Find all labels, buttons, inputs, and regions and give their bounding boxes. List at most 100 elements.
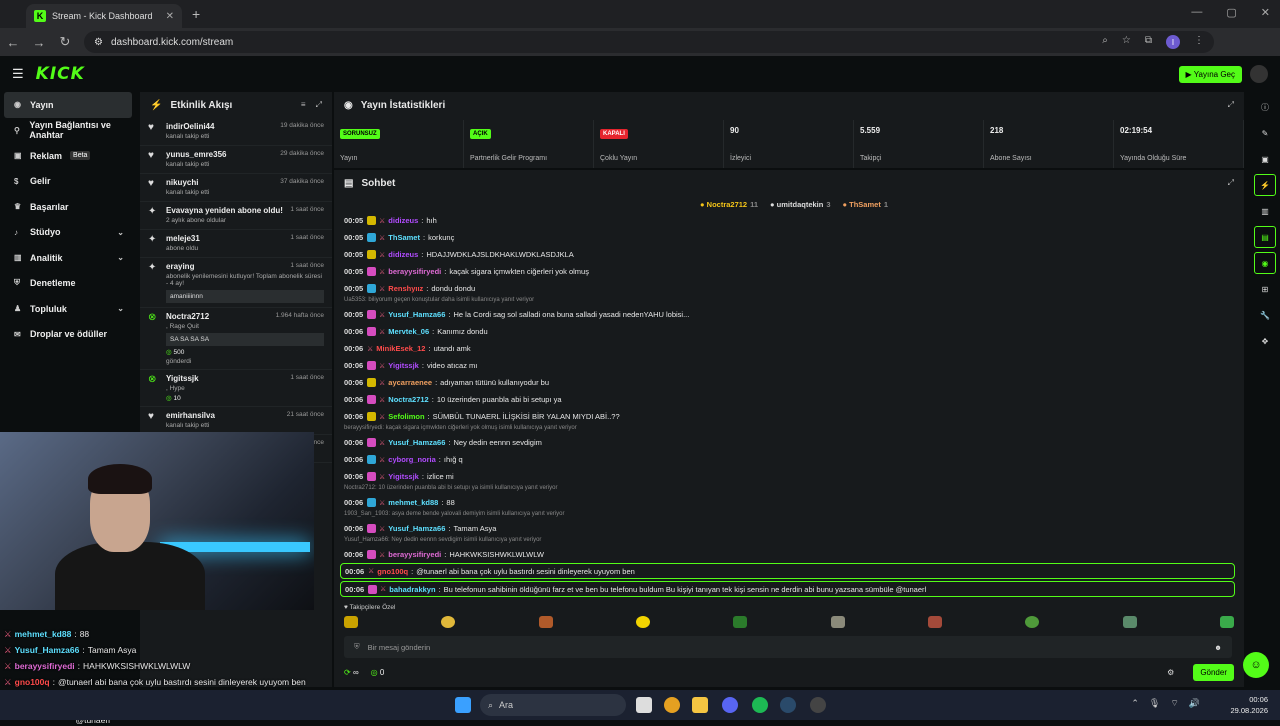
menu-icon[interactable]: ⋮ [1194,35,1204,49]
steam-icon[interactable] [780,697,796,713]
puzzle-icon[interactable]: ✥ [1254,330,1276,352]
chat-message[interactable]: 00:06 ⚔ aycarraenee: adıyaman tütünü kullan… [340,374,1235,391]
feed-item[interactable]: ⊗ Noctra2712 1.964 hafta önce , Rage Quit SA… [140,308,332,370]
profile-avatar[interactable]: I [1166,35,1180,49]
chat-message[interactable]: 00:05 ⚔ didizeus: hıh [340,212,1235,229]
chat-message[interactable]: 00:06 ⚔ gno100q: @tunaerl abi bana çok uylu… [340,563,1235,579]
message-username[interactable]: aycarraenee [388,378,432,387]
settings-icon[interactable]: ⚙ [1160,664,1181,681]
preview-icon[interactable]: ▣ [1254,148,1276,170]
message-username[interactable]: mehmet_kd88 [388,498,438,507]
feed-item[interactable]: ♥ yunus_emre356 29 dakika önce kanalı takip… [140,146,332,174]
chat-message[interactable]: 00:06 ⚔ Yusuf_Hamza66: Tamam Asya [340,520,1235,537]
chat-message[interactable]: 00:05 ⚔ ThSamet: korkunç [340,229,1235,246]
support-chat-icon[interactable]: ☺ [1243,652,1269,678]
discord-icon[interactable] [722,697,738,713]
feed-item[interactable]: ✦ eraying 1 saat önce abonelik yenilemesini… [140,258,332,308]
stats-icon[interactable]: ▥ [1254,200,1276,222]
message-username[interactable]: Yusuf_Hamza66 [388,524,445,533]
obs-icon[interactable] [810,697,826,713]
top-gifter[interactable]: ● umitdaqtekin 3 [770,200,830,209]
forward-icon[interactable]: → [26,35,52,50]
sidebar-item[interactable]: ♛ Başarılar [0,194,138,220]
send-button[interactable]: Gönder [1193,664,1234,681]
sidebar-item[interactable]: ⚲ Yayın Bağlantısı ve Anahtar [0,118,138,144]
expand-icon[interactable]: ⤢ [316,100,322,110]
emote-pepe[interactable] [1025,616,1040,628]
info-icon[interactable]: ⓘ [1254,96,1276,118]
chat-message[interactable]: 00:05 ⚔ Yusuf_Hamza66: He la Cordi sag sol … [340,306,1235,323]
emote-yellow[interactable] [635,616,650,628]
channel-points-b[interactable]: ◎ 0 [371,668,385,677]
sidebar-item[interactable]: ▣ Reklam Beta [0,143,138,169]
chat-messages[interactable]: 00:05 ⚔ didizeus: hıh 00:05 ⚔ ThSamet: korkunç 0… [340,212,1235,599]
message-username[interactable]: Yigitssjk [388,361,419,370]
network-icon[interactable]: ⌔ [1170,698,1178,709]
message-username[interactable]: Noctra2712 [388,395,428,404]
sidebar-item[interactable]: ▥ Analitik ⌄ [0,245,138,271]
expand-icon[interactable]: ⤢ [1228,100,1234,110]
message-username[interactable]: Mervtek_06 [388,327,429,336]
spotify-icon[interactable] [752,697,768,713]
shield-icon[interactable]: ⛨ [354,642,360,652]
message-username[interactable]: Yusuf_Hamza66 [388,310,445,319]
emote-smile[interactable] [441,616,456,628]
activity-icon[interactable]: ⚡ [1254,174,1276,196]
feed-item[interactable]: ♥ indirOelini44 19 dakika önce kanalı takip… [140,118,332,146]
chat-message[interactable]: 00:06 ⚔ cyborg_noria: ıhığ q [340,451,1235,468]
chat-message[interactable]: 00:06 ⚔ Yusuf_Hamza66: Ney dedin eennn sevd… [340,434,1235,451]
emote-dino[interactable] [1122,616,1137,628]
wrench-icon[interactable]: 🔧 [1254,304,1276,326]
message-username[interactable]: Yusuf_Hamza66 [388,438,445,447]
chevron-down-icon[interactable]: ⌄ [117,253,124,262]
chat-message[interactable]: 00:06 ⚔ Mervtek_06: Kanımız dondu [340,323,1235,340]
new-tab-icon[interactable]: + [192,6,200,22]
hamburger-icon[interactable]: ☰ [12,66,24,82]
bookmark-icon[interactable]: ☆ [1122,35,1131,49]
minimize-icon[interactable]: — [1191,6,1202,19]
top-gifter[interactable]: ● Noctra2712 11 [700,200,758,209]
feed-item[interactable]: ♥ nikuychi 37 dakika önce kanalı takip etti [140,174,332,202]
feed-item[interactable]: ✦ Evavayna yeniden abone oldu! 1 saat önce… [140,202,332,230]
message-username[interactable]: Yigitssjk [388,472,419,481]
kick-logo[interactable]: KICK [36,64,85,84]
close-window-icon[interactable]: ✕ [1261,6,1270,19]
message-username[interactable]: Renshyıız [388,284,423,293]
reload-icon[interactable]: ↻ [52,34,78,50]
chat-message[interactable]: 00:05 ⚔ berayysifiryedi: kaçak sigara içmwk… [340,263,1235,280]
message-username[interactable]: berayysifiryedi [388,267,441,276]
taskbar-clock[interactable]: 00:06 29.08.2026 [1230,694,1268,716]
chevron-up-icon[interactable]: ⌃ [1131,698,1139,709]
chat-message[interactable]: 00:06 ⚔ Noctra2712:10 üzerinden puanbla ab… [340,391,1235,408]
sidebar-item[interactable]: ♟ Topluluk ⌄ [0,296,138,322]
back-icon[interactable]: ← [0,35,26,50]
chat-message[interactable]: 00:06 ⚔ bahadrakkyn: Bu telefonun sahibinin… [340,581,1235,597]
user-avatar[interactable] [1250,65,1268,83]
message-username[interactable]: bahadrakkyn [389,585,435,594]
broadcast-toggle-icon[interactable]: ◉ [1254,252,1276,274]
sidebar-item[interactable]: ◉ Yayın [4,92,132,118]
sidebar-item[interactable]: ⛨ Denetleme [0,271,138,297]
file-explorer-icon[interactable] [692,697,708,713]
chat-toggle-icon[interactable]: ▤ [1254,226,1276,248]
browser-tab[interactable]: K Stream - Kick Dashboard ✕ [26,4,182,28]
go-live-button[interactable]: ▶ Yayına Geç [1178,65,1242,83]
emoji-icon[interactable]: ☻ [1214,643,1222,652]
message-username[interactable]: berayysifiryedi [388,550,441,559]
emote-w[interactable] [344,616,358,628]
sidebar-item[interactable]: ♪ Stüdyo ⌄ [0,220,138,246]
message-username[interactable]: MinikEsek_12 [376,344,425,353]
sidebar-item[interactable]: $ Gelir [0,169,138,195]
message-username[interactable]: cyborg_noria [388,455,436,464]
chat-message[interactable]: 00:05 ⚔ didizeus: HDAJJWDKLAJSLDKHAKLWDKLAS… [340,246,1235,263]
expand-icon[interactable]: ⤢ [1228,178,1234,188]
chat-message[interactable]: 00:06 ⚔ mehmet_kd88:88 [340,494,1235,511]
emote-frog[interactable] [733,616,748,628]
message-username[interactable]: didizeus [388,250,418,259]
sidebar-item[interactable]: ✉ Droplar ve ödüller [0,322,138,348]
feed-item[interactable]: ⊗ Yigitssjk 1 saat önce , Hype ◎ 10 [140,370,332,407]
chat-message[interactable]: 00:06 ⚔ MinikEsek_12: utandı amk [340,340,1235,357]
volume-icon[interactable]: 🔊 [1189,698,1200,709]
layout-icon[interactable]: ⊞ [1254,278,1276,300]
chat-message[interactable]: 00:06 ⚔ Yigitssjk: izlice mi [340,468,1235,485]
